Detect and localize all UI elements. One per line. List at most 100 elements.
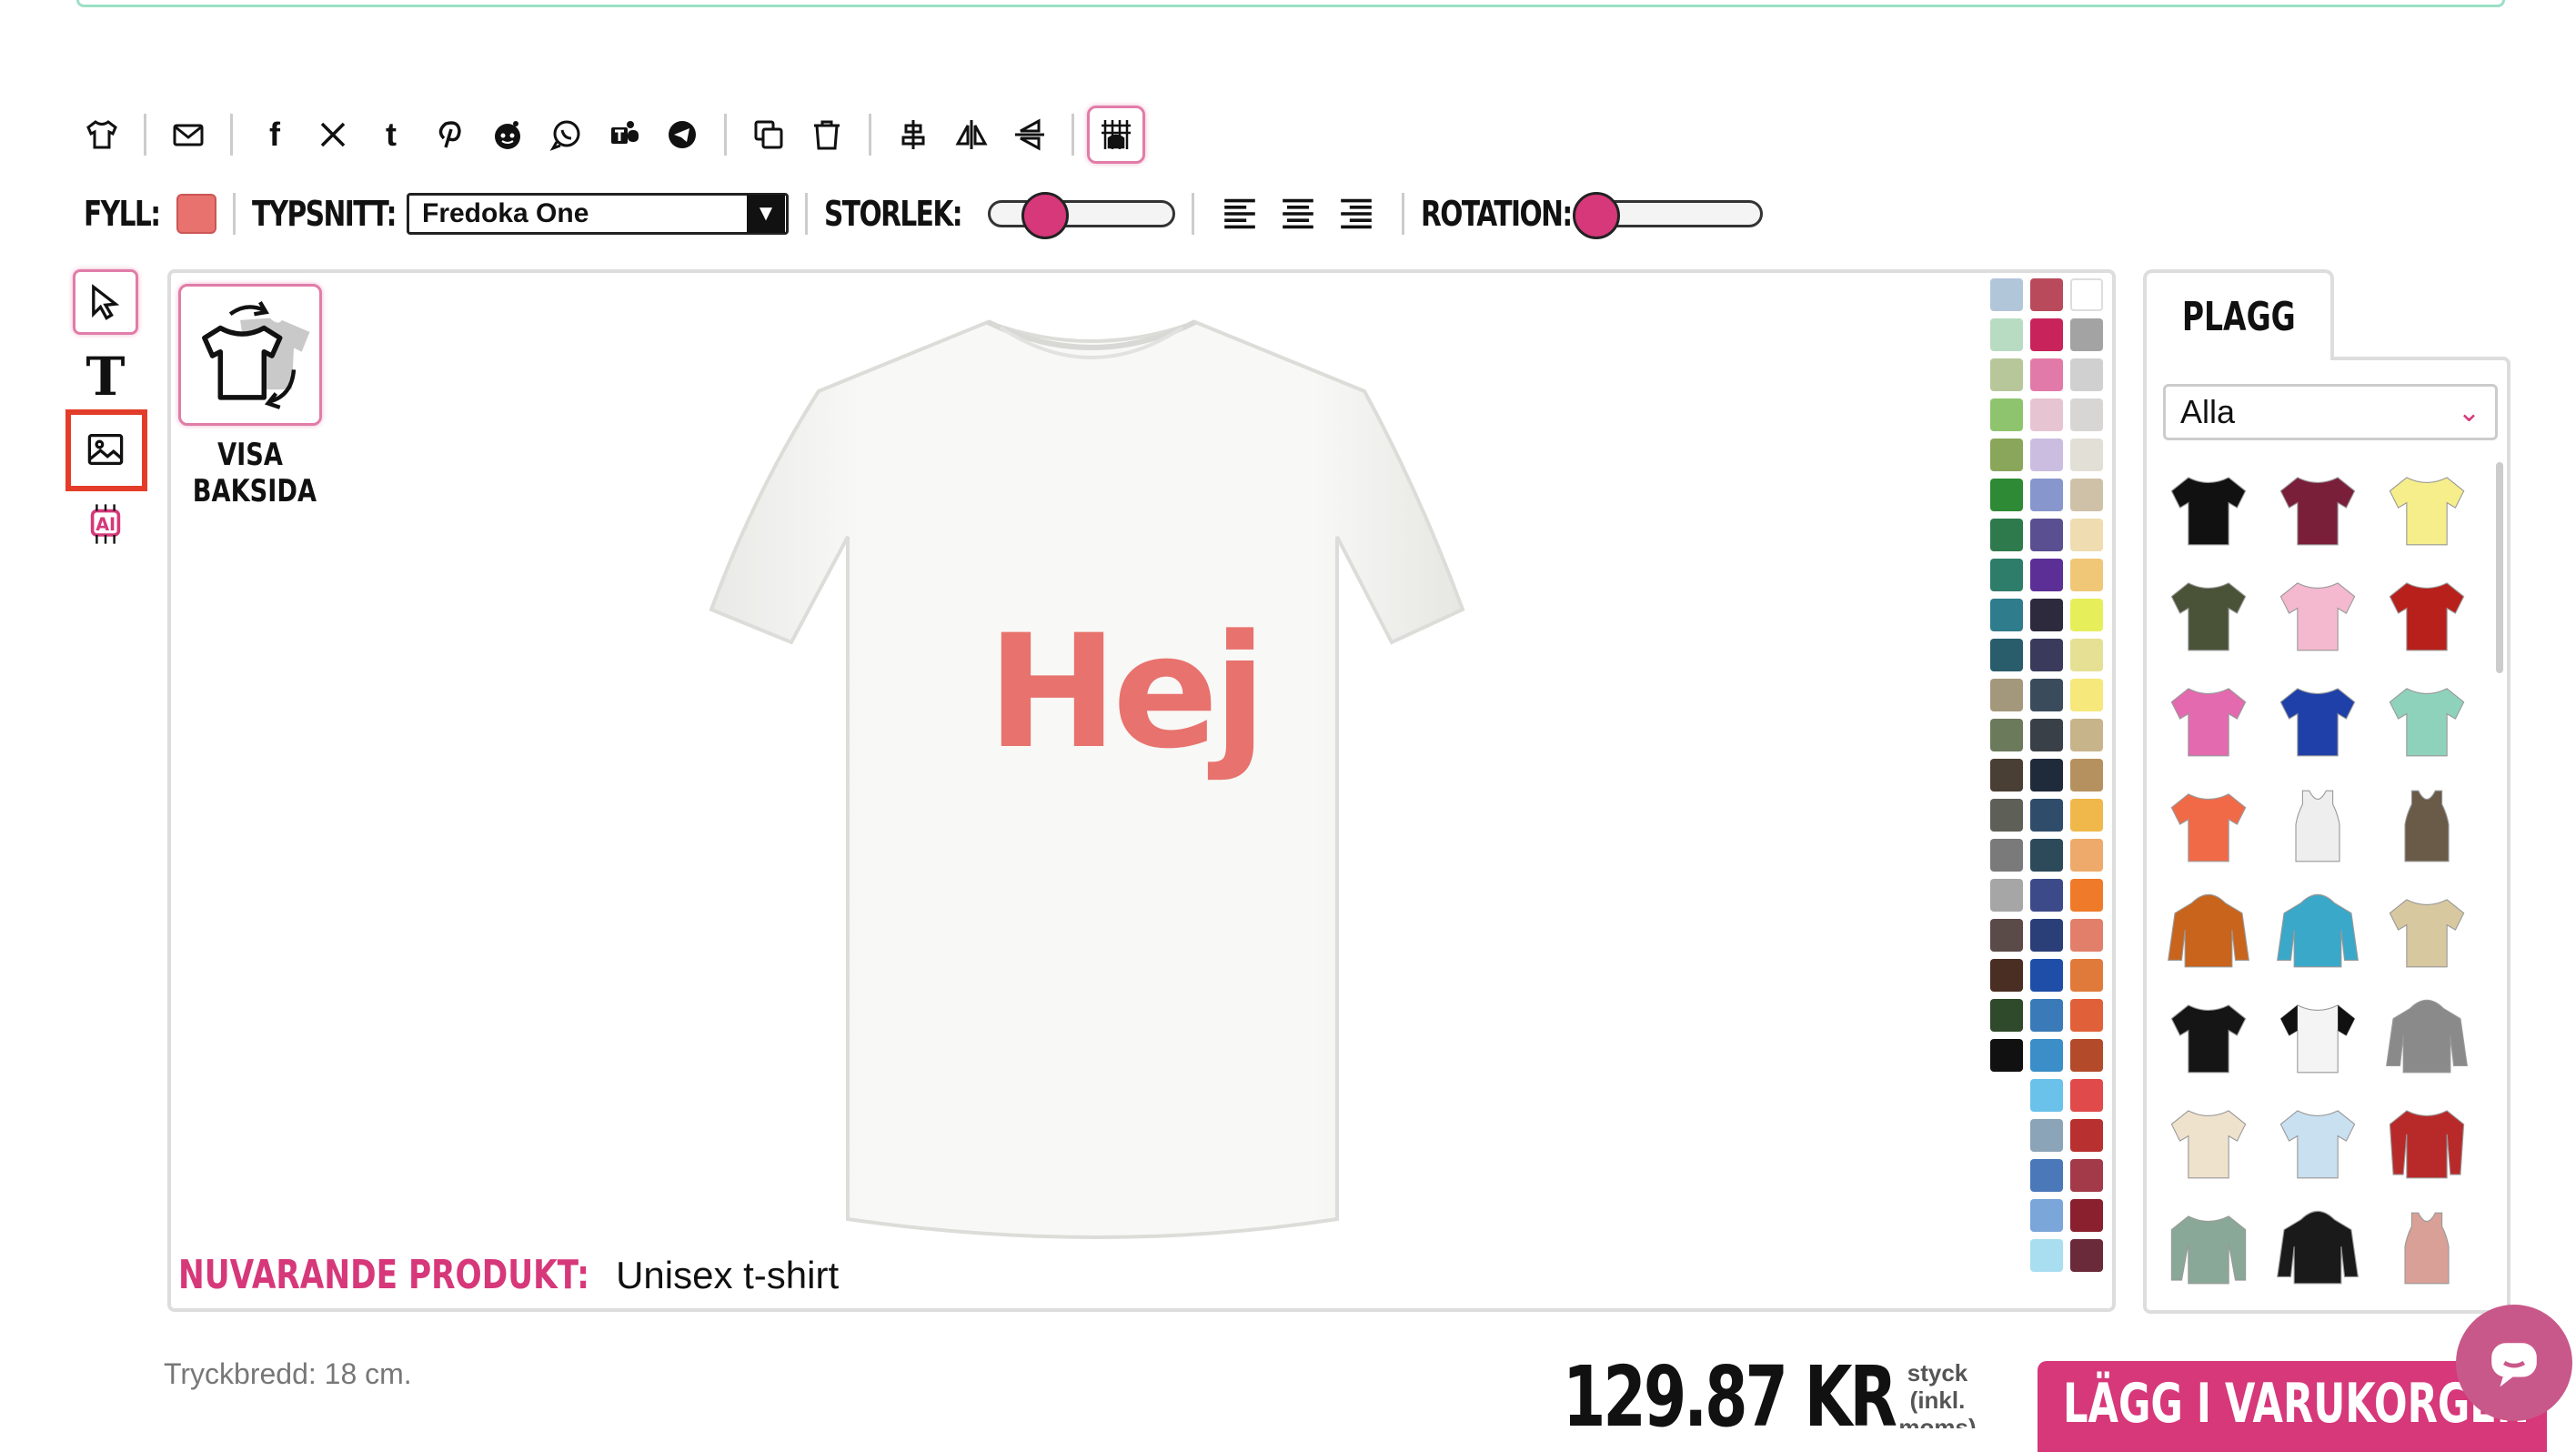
color-swatch[interactable] <box>2070 278 2103 311</box>
garment-item[interactable] <box>2265 668 2370 773</box>
garment-item[interactable] <box>2156 1195 2261 1301</box>
copy-icon[interactable] <box>740 106 798 164</box>
align-right-icon[interactable] <box>1334 192 1378 236</box>
color-swatch[interactable] <box>2070 398 2103 431</box>
color-swatch[interactable] <box>2070 479 2103 511</box>
color-swatch[interactable] <box>2030 1199 2063 1232</box>
color-swatch[interactable] <box>1990 318 2023 351</box>
color-swatch[interactable] <box>2030 479 2063 511</box>
pinterest-icon[interactable] <box>420 106 478 164</box>
rotation-slider[interactable] <box>1573 192 1763 239</box>
color-swatch[interactable] <box>2030 959 2063 992</box>
garment-item[interactable] <box>2374 773 2480 879</box>
garment-item[interactable] <box>2265 773 2370 879</box>
color-swatch[interactable] <box>1990 559 2023 591</box>
color-swatch[interactable] <box>1990 358 2023 391</box>
garment-scrollbar[interactable] <box>2496 462 2503 673</box>
garment-item[interactable] <box>2374 562 2480 668</box>
color-swatch[interactable] <box>1990 879 2023 912</box>
color-swatch[interactable] <box>2030 318 2063 351</box>
color-swatch[interactable] <box>2070 439 2103 471</box>
garment-item[interactable] <box>2374 984 2480 1090</box>
telegram-icon[interactable] <box>653 106 711 164</box>
color-swatch[interactable] <box>2070 318 2103 351</box>
color-swatch[interactable] <box>2070 999 2103 1032</box>
text-tool-icon[interactable]: T <box>73 344 138 409</box>
color-swatch[interactable] <box>2070 1199 2103 1232</box>
align-center-icon[interactable] <box>884 106 942 164</box>
garment-item[interactable] <box>2265 879 2370 984</box>
tumblr-icon[interactable]: t <box>362 106 420 164</box>
color-swatch[interactable] <box>2030 839 2063 872</box>
garment-item[interactable] <box>2374 1195 2480 1301</box>
garment-item[interactable] <box>2265 1195 2370 1301</box>
color-swatch[interactable] <box>2030 358 2063 391</box>
color-swatch[interactable] <box>2070 679 2103 711</box>
color-swatch[interactable] <box>2030 398 2063 431</box>
color-swatch[interactable] <box>2070 519 2103 551</box>
color-swatch[interactable] <box>1990 398 2023 431</box>
color-swatch[interactable] <box>2070 559 2103 591</box>
grid-icon[interactable] <box>1087 106 1145 164</box>
color-swatch[interactable] <box>2030 879 2063 912</box>
align-left-icon[interactable] <box>1218 192 1262 236</box>
garment-filter-select[interactable]: Alla ⌄ <box>2163 384 2498 440</box>
color-swatch[interactable] <box>2070 1119 2103 1152</box>
color-swatch[interactable] <box>2030 759 2063 792</box>
facebook-icon[interactable]: f <box>246 106 304 164</box>
color-swatch[interactable] <box>2070 919 2103 952</box>
color-swatch[interactable] <box>1990 839 2023 872</box>
color-swatch[interactable] <box>2030 599 2063 631</box>
color-swatch[interactable] <box>2030 919 2063 952</box>
tshirt-icon[interactable] <box>73 106 131 164</box>
color-swatch[interactable] <box>2030 1119 2063 1152</box>
garment-item[interactable] <box>2156 773 2261 879</box>
garment-item[interactable] <box>2156 668 2261 773</box>
font-select[interactable]: Fredoka One ▼ <box>407 193 789 235</box>
garment-item[interactable] <box>2374 1090 2480 1195</box>
garment-item[interactable] <box>2265 457 2370 562</box>
show-back-button[interactable] <box>178 284 322 426</box>
garment-item[interactable] <box>2156 457 2261 562</box>
color-swatch[interactable] <box>2070 1159 2103 1192</box>
rotation-slider-knob[interactable] <box>1573 192 1620 239</box>
whatsapp-icon[interactable] <box>537 106 595 164</box>
teams-icon[interactable] <box>595 106 653 164</box>
design-text[interactable]: Hej <box>987 600 1267 783</box>
garment-item[interactable] <box>2374 668 2480 773</box>
color-swatch[interactable] <box>2070 759 2103 792</box>
color-swatch[interactable] <box>2070 839 2103 872</box>
reddit-icon[interactable] <box>478 106 537 164</box>
color-swatch[interactable] <box>1990 1039 2023 1072</box>
color-swatch[interactable] <box>2030 719 2063 751</box>
color-swatch[interactable] <box>2070 959 2103 992</box>
color-swatch[interactable] <box>2030 1159 2063 1192</box>
size-slider[interactable] <box>988 192 1175 239</box>
color-swatch[interactable] <box>1990 639 2023 671</box>
color-swatch[interactable] <box>2070 799 2103 832</box>
color-swatch[interactable] <box>2030 799 2063 832</box>
email-icon[interactable] <box>159 106 217 164</box>
ai-tool-icon[interactable]: AI <box>73 491 138 557</box>
garment-item[interactable] <box>2156 562 2261 668</box>
color-swatch[interactable] <box>2030 1079 2063 1112</box>
color-swatch[interactable] <box>2070 1039 2103 1072</box>
color-swatch[interactable] <box>2070 639 2103 671</box>
color-swatch[interactable] <box>1990 479 2023 511</box>
color-swatch[interactable] <box>2070 1079 2103 1112</box>
garment-item[interactable] <box>2265 984 2370 1090</box>
color-swatch[interactable] <box>2030 999 2063 1032</box>
color-swatch[interactable] <box>2030 679 2063 711</box>
flip-horizontal-icon[interactable] <box>942 106 1001 164</box>
color-swatch[interactable] <box>2030 1039 2063 1072</box>
color-swatch[interactable] <box>1990 959 2023 992</box>
garment-item[interactable] <box>2265 1090 2370 1195</box>
garment-item[interactable] <box>2156 984 2261 1090</box>
garment-item[interactable] <box>2156 879 2261 984</box>
select-tool-icon[interactable] <box>73 269 138 335</box>
color-swatch[interactable] <box>2070 1239 2103 1272</box>
garment-item[interactable] <box>2156 1090 2261 1195</box>
x-icon[interactable] <box>304 106 362 164</box>
color-swatch[interactable] <box>1990 278 2023 311</box>
color-swatch[interactable] <box>1990 599 2023 631</box>
